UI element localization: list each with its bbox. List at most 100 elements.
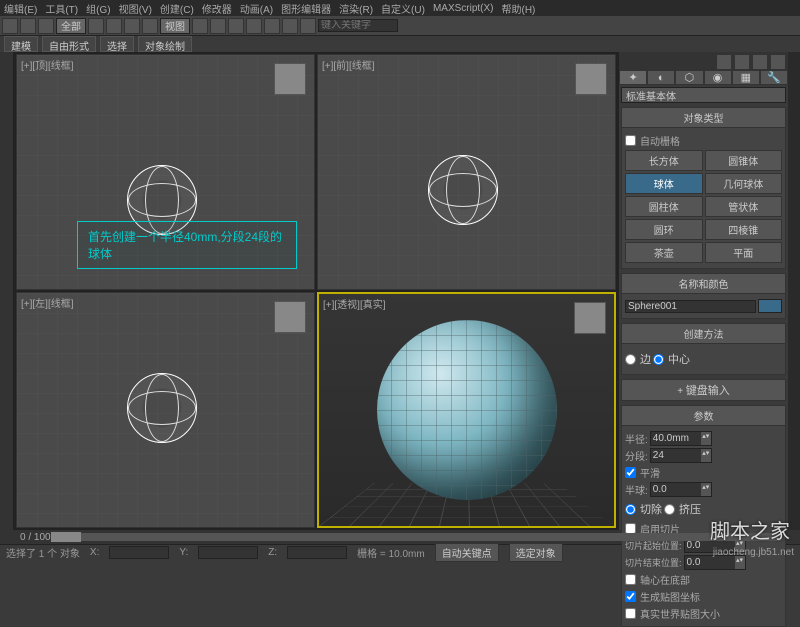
radius-input[interactable] [651, 432, 701, 445]
viewport-left[interactable]: [+][左][线框] [16, 292, 315, 528]
rollout-header[interactable]: 对象类型 [621, 107, 786, 128]
tab-utility-icon[interactable]: 🔧 [760, 70, 788, 85]
vp-label-left[interactable]: [+][左][线框] [21, 295, 74, 310]
hemi-input[interactable] [651, 483, 701, 496]
sphere-shaded[interactable] [377, 320, 557, 500]
cmd-tool-icon[interactable] [716, 54, 732, 70]
tab-motion-icon[interactable]: ◉ [704, 70, 732, 85]
spinner-arrows[interactable]: ▴▾ [701, 432, 711, 445]
viewport-front[interactable]: [+][前][线框] [317, 54, 616, 290]
rollout-header[interactable]: + 键盘输入 [621, 379, 786, 401]
genuv-checkbox[interactable] [625, 591, 636, 602]
object-name-input[interactable] [625, 300, 756, 313]
rotate-button[interactable] [124, 18, 140, 34]
cmd-tool-icon[interactable] [734, 54, 750, 70]
layer-dropdown[interactable]: 全部 [56, 18, 86, 34]
basepivot-checkbox[interactable] [625, 574, 636, 585]
tab-create-icon[interactable]: ✦ [619, 70, 647, 85]
tab-freeform[interactable]: 自由形式 [42, 36, 96, 52]
coord-y-input[interactable] [198, 546, 258, 559]
menu-script[interactable]: MAXScript(X) [433, 3, 494, 14]
autogrid-checkbox[interactable] [625, 135, 636, 146]
menu-help[interactable]: 帮助(H) [502, 1, 536, 16]
cmd-tool-icon[interactable] [752, 54, 768, 70]
type-cone[interactable]: 圆锥体 [705, 150, 783, 171]
render-setup-button[interactable] [282, 18, 298, 34]
realworld-checkbox[interactable] [625, 608, 636, 619]
autokey-button[interactable]: 自动关键点 [435, 543, 499, 562]
viewport-left-bar[interactable] [0, 52, 14, 530]
menu-render[interactable]: 渲染(R) [339, 1, 373, 16]
category-dropdown[interactable]: 标准基本体 [621, 87, 786, 103]
scale-button[interactable] [142, 18, 158, 34]
type-geosphere[interactable]: 几何球体 [705, 173, 783, 194]
rollout-header[interactable]: 名称和颜色 [621, 273, 786, 294]
spinner-arrows[interactable]: ▴▾ [701, 449, 711, 462]
undo-button[interactable] [2, 18, 18, 34]
menu-view[interactable]: 视图(V) [119, 1, 152, 16]
menu-edit[interactable]: 编辑(E) [4, 1, 37, 16]
chop-radio[interactable] [625, 504, 636, 515]
tab-modeling[interactable]: 建模 [4, 36, 38, 52]
type-sphere[interactable]: 球体 [625, 173, 703, 194]
viewcube-icon[interactable] [274, 301, 306, 333]
viewcube-icon[interactable] [274, 63, 306, 95]
type-box[interactable]: 长方体 [625, 150, 703, 171]
sphere-wireframe[interactable] [127, 373, 197, 443]
vp-label-persp[interactable]: [+][透视][真实] [323, 296, 386, 311]
select-button[interactable] [88, 18, 104, 34]
angle-snap-button[interactable] [210, 18, 226, 34]
cmd-tool-icon[interactable] [770, 54, 786, 70]
vp-label-top[interactable]: [+][顶][线框] [21, 57, 74, 72]
viewcube-icon[interactable] [575, 63, 607, 95]
rollout-header[interactable]: 创建方法 [621, 323, 786, 344]
tab-selection[interactable]: 选择 [100, 36, 134, 52]
viewport-perspective[interactable]: [+][透视][真实] [317, 292, 616, 528]
menu-modifiers[interactable]: 修改器 [202, 1, 232, 16]
coord-x-input[interactable] [109, 546, 169, 559]
smooth-checkbox[interactable] [625, 467, 636, 478]
mirror-button[interactable] [228, 18, 244, 34]
nav-right-bar[interactable] [788, 52, 800, 530]
type-tube[interactable]: 管状体 [705, 196, 783, 217]
type-torus[interactable]: 圆环 [625, 219, 703, 240]
menu-create[interactable]: 创建(C) [160, 1, 194, 16]
menu-graph[interactable]: 图形编辑器 [281, 1, 331, 16]
type-teapot[interactable]: 茶壶 [625, 242, 703, 263]
refcoord-dropdown[interactable]: 视图 [160, 18, 190, 34]
viewcube-icon[interactable] [574, 302, 606, 334]
sphere-wireframe[interactable] [428, 155, 498, 225]
tab-objpaint[interactable]: 对象绘制 [138, 36, 192, 52]
method-edge-radio[interactable] [625, 354, 636, 365]
squash-radio[interactable] [664, 504, 675, 515]
coord-z-input[interactable] [287, 546, 347, 559]
move-button[interactable] [106, 18, 122, 34]
menu-anim[interactable]: 动画(A) [240, 1, 273, 16]
vp-label-front[interactable]: [+][前][线框] [322, 57, 375, 72]
tab-hierarchy-icon[interactable]: ⬡ [675, 70, 703, 85]
menu-custom[interactable]: 自定义(U) [381, 1, 425, 16]
time-handle[interactable] [51, 532, 81, 542]
time-slider[interactable] [51, 533, 780, 541]
rollout-header[interactable]: 参数 [621, 405, 786, 426]
method-center-radio[interactable] [653, 354, 664, 365]
type-pyramid[interactable]: 四棱锥 [705, 219, 783, 240]
menu-tools[interactable]: 工具(T) [45, 1, 78, 16]
type-plane[interactable]: 平面 [705, 242, 783, 263]
redo-button[interactable] [20, 18, 36, 34]
selobj-button[interactable]: 选定对象 [509, 543, 563, 562]
spinner-arrows[interactable]: ▴▾ [701, 483, 711, 496]
search-input[interactable] [318, 19, 398, 32]
tab-display-icon[interactable]: ▦ [732, 70, 760, 85]
material-button[interactable] [264, 18, 280, 34]
snap-button[interactable] [192, 18, 208, 34]
segs-input[interactable] [651, 449, 701, 462]
link-button[interactable] [38, 18, 54, 34]
render-button[interactable] [300, 18, 316, 34]
tab-modify-icon[interactable]: ◐ [647, 70, 675, 85]
menu-group[interactable]: 组(G) [86, 1, 110, 16]
align-button[interactable] [246, 18, 262, 34]
type-cylinder[interactable]: 圆柱体 [625, 196, 703, 217]
color-swatch[interactable] [758, 299, 782, 313]
viewport-top[interactable]: [+][顶][线框] 首先创建一个半径40mm,分段24段的球体 [16, 54, 315, 290]
